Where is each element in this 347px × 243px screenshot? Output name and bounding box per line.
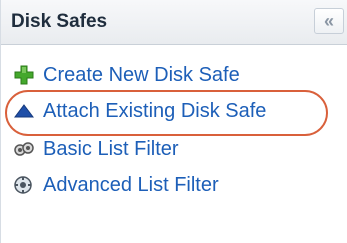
menu-item-attach-existing-disk-safe[interactable]: Attach Existing Disk Safe xyxy=(11,96,266,126)
advanced-filter-icon xyxy=(11,173,37,197)
menu-item-create-new-disk-safe[interactable]: Create New Disk Safe xyxy=(11,60,240,90)
filter-icon xyxy=(11,137,37,161)
green-plus-icon xyxy=(11,63,37,87)
menu-item-label: Create New Disk Safe xyxy=(43,63,240,86)
menu-item-basic-list-filter[interactable]: Basic List Filter xyxy=(11,134,179,164)
collapse-icon: « xyxy=(323,10,334,31)
menu-item-advanced-list-filter[interactable]: Advanced List Filter xyxy=(11,170,219,200)
menu-item-label: Attach Existing Disk Safe xyxy=(43,99,267,122)
collapse-panel-button[interactable]: « xyxy=(314,8,344,34)
menu-item-label: Basic List Filter xyxy=(43,137,179,160)
disk-safes-panel: Disk Safes « Create New Disk Safe Attach… xyxy=(0,0,347,243)
blue-triangle-icon xyxy=(11,99,37,123)
panel-title: Disk Safes xyxy=(11,11,108,32)
panel-header: Disk Safes « xyxy=(1,0,347,45)
menu-item-label: Advanced List Filter xyxy=(43,173,219,196)
